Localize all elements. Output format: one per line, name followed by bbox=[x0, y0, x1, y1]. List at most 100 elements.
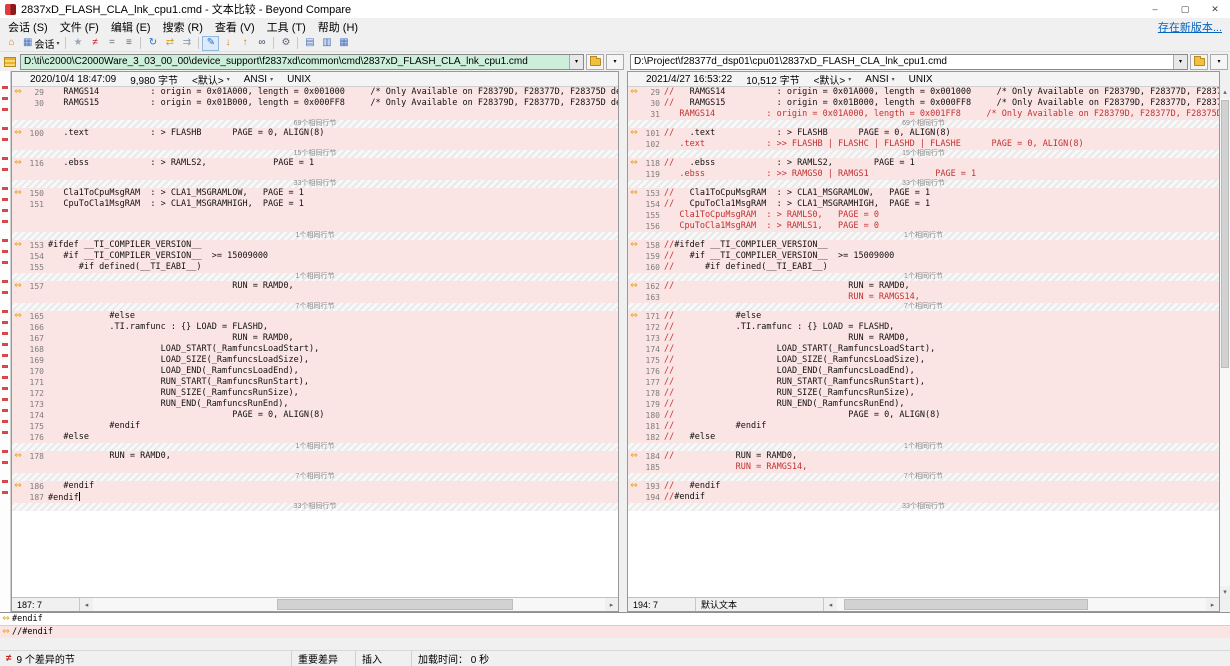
sessions-menu-button[interactable]: ▦会话▾ bbox=[20, 36, 62, 51]
next-difference-button[interactable]: ↓ bbox=[219, 36, 236, 51]
identical-section-row[interactable]: 1个相同行节 bbox=[12, 273, 618, 281]
right-path-input[interactable]: D:\Project\f28377d_dsp01\cpu01\2837xD_FL… bbox=[630, 54, 1188, 70]
left-format-dropdown[interactable]: <默认>▾ bbox=[192, 72, 230, 87]
identical-section-row[interactable]: 1个相同行节 bbox=[628, 232, 1219, 240]
code-row[interactable]: 172 RUN_SIZE(_RamfuncsRunSize), bbox=[12, 388, 618, 399]
previous-difference-button[interactable]: ↑ bbox=[236, 36, 253, 51]
code-row[interactable]: 176// LOAD_END(_RamfuncsLoadEnd), bbox=[628, 366, 1219, 377]
left-hscroll-thumb[interactable] bbox=[277, 599, 513, 610]
code-row[interactable]: 30// RAMGS15 : origin = 0x01B000, length… bbox=[628, 98, 1219, 109]
right-hscrollbar[interactable]: ◂ ▸ bbox=[824, 598, 1219, 611]
identical-section-row[interactable]: 7个相同行节 bbox=[628, 303, 1219, 311]
right-eol-dropdown[interactable]: UNIX bbox=[909, 74, 933, 85]
code-row[interactable]: 181// #endif bbox=[628, 421, 1219, 432]
left-eol-dropdown[interactable]: UNIX bbox=[287, 74, 311, 85]
maximize-button[interactable]: ▢ bbox=[1170, 0, 1200, 18]
code-row[interactable]: 163 RUN = RAMGS14, bbox=[628, 292, 1219, 303]
code-row[interactable]: ⇔153#ifdef __TI_COMPILER_VERSION__ bbox=[12, 240, 618, 251]
code-row[interactable]: 31 RAMGS14 : origin = 0x01A000, length =… bbox=[628, 109, 1219, 120]
view-alignment-button[interactable]: ▥ bbox=[318, 36, 335, 51]
code-row[interactable]: ⇔158//#ifdef __TI_COMPILER_VERSION__ bbox=[628, 240, 1219, 251]
right-hscroll-track[interactable] bbox=[837, 598, 1206, 611]
code-row[interactable]: 176 #else bbox=[12, 432, 618, 443]
view-layout-button[interactable]: ▦ bbox=[335, 36, 352, 51]
code-row[interactable]: 167 RUN = RAMD0, bbox=[12, 333, 618, 344]
code-row[interactable]: 187#endif bbox=[12, 492, 618, 503]
code-row[interactable]: 172// .TI.ramfunc : {} LOAD = FLASHD, bbox=[628, 322, 1219, 333]
update-available-link[interactable]: 存在新版本... bbox=[1158, 19, 1222, 35]
code-row[interactable]: 159// #if __TI_COMPILER_VERSION__ >= 150… bbox=[628, 251, 1219, 262]
code-row[interactable]: ⇔178 RUN = RAMD0, bbox=[12, 451, 618, 462]
show-all-button[interactable]: ≡ bbox=[120, 36, 137, 51]
left-code-grid[interactable]: ⇔29 RAMGS14 : origin = 0x01A000, length … bbox=[12, 87, 618, 597]
show-differences-button[interactable]: ≠ bbox=[86, 36, 103, 51]
code-row[interactable]: 173 RUN_END(_RamfuncsRunEnd), bbox=[12, 399, 618, 410]
show-same-button[interactable]: = bbox=[103, 36, 120, 51]
left-encoding-dropdown[interactable]: ANSI▾ bbox=[244, 74, 273, 85]
code-row[interactable]: 177// RUN_START(_RamfuncsRunStart), bbox=[628, 377, 1219, 388]
right-encoding-dropdown[interactable]: ANSI▾ bbox=[865, 74, 894, 85]
code-row[interactable]: 169 LOAD_SIZE(_RamfuncsLoadSize), bbox=[12, 355, 618, 366]
code-row[interactable]: 180// PAGE = 0, ALIGN(8) bbox=[628, 410, 1219, 421]
code-row[interactable]: 156 CpuToCla1MsgRAM : > RAMLS1, PAGE = 0 bbox=[628, 221, 1219, 232]
refresh-button[interactable]: ↻ bbox=[144, 36, 161, 51]
code-row[interactable]: 155 #if defined(__TI_EABI__) bbox=[12, 262, 618, 273]
code-row[interactable]: 174// LOAD_START(_RamfuncsLoadStart), bbox=[628, 344, 1219, 355]
menu-item[interactable]: 帮助 (H) bbox=[312, 22, 364, 34]
scroll-right-icon[interactable]: ▸ bbox=[605, 598, 618, 611]
identical-section-row[interactable]: 69个相同行节 bbox=[12, 120, 618, 128]
diff-map[interactable] bbox=[0, 71, 11, 612]
code-row[interactable]: ⇔153// Cla1ToCpuMsgRAM : > CLA1_MSGRAMLO… bbox=[628, 188, 1219, 199]
code-row[interactable]: ⇔118// .ebss : > RAMLS2, PAGE = 1 bbox=[628, 158, 1219, 169]
code-row[interactable]: 154 #if __TI_COMPILER_VERSION__ >= 15009… bbox=[12, 251, 618, 262]
code-row[interactable] bbox=[12, 292, 618, 303]
code-row[interactable]: 160// #if defined(__TI_EABI__) bbox=[628, 262, 1219, 273]
code-row[interactable]: 119 .ebss : >> RAMGS0 | RAMGS1 PAGE = 1 bbox=[628, 169, 1219, 180]
code-row[interactable]: ⇔186 #endif bbox=[12, 481, 618, 492]
identical-section-row[interactable]: 1个相同行节 bbox=[628, 443, 1219, 451]
right-code-grid[interactable]: ⇔29// RAMGS14 : origin = 0x01A000, lengt… bbox=[628, 87, 1219, 597]
right-path-dropdown[interactable]: ▾ bbox=[1173, 55, 1187, 69]
code-row[interactable]: 102 .text : >> FLASHB | FLASHC | FLASHD … bbox=[628, 139, 1219, 150]
scroll-left-icon[interactable]: ◂ bbox=[80, 598, 93, 611]
code-row[interactable]: 174 PAGE = 0, ALIGN(8) bbox=[12, 410, 618, 421]
rules-button[interactable]: ⚙ bbox=[277, 36, 294, 51]
code-row[interactable]: 170 LOAD_END(_RamfuncsLoadEnd), bbox=[12, 366, 618, 377]
identical-section-row[interactable]: 15个相同行节 bbox=[12, 150, 618, 158]
right-line-detail[interactable]: ⇔ //#endif bbox=[0, 625, 1230, 638]
code-row[interactable]: 168 LOAD_START(_RamfuncsLoadStart), bbox=[12, 344, 618, 355]
menu-item[interactable]: 编辑 (E) bbox=[105, 22, 157, 34]
code-row[interactable]: ⇔101// .text : > FLASHB PAGE = 0, ALIGN(… bbox=[628, 128, 1219, 139]
identical-section-row[interactable]: 33个相同行节 bbox=[628, 180, 1219, 188]
identical-section-row[interactable]: 1个相同行节 bbox=[12, 232, 618, 240]
code-row[interactable]: 185 RUN = RAMGS14, bbox=[628, 462, 1219, 473]
identical-section-row[interactable]: 33个相同行节 bbox=[628, 503, 1219, 511]
menu-item[interactable]: 文件 (F) bbox=[54, 22, 105, 34]
view-text-details-button[interactable]: ▤ bbox=[301, 36, 318, 51]
left-browse-button[interactable] bbox=[586, 54, 604, 70]
code-row[interactable]: ⇔29 RAMGS14 : origin = 0x01A000, length … bbox=[12, 87, 618, 98]
code-row[interactable]: 175// LOAD_SIZE(_RamfuncsLoadSize), bbox=[628, 355, 1219, 366]
pane-splitter[interactable] bbox=[619, 71, 627, 612]
left-hscrollbar[interactable]: ◂ ▸ bbox=[80, 598, 618, 611]
identical-section-row[interactable]: 69个相同行节 bbox=[628, 120, 1219, 128]
menu-item[interactable]: 工具 (T) bbox=[261, 22, 312, 34]
favorites-button[interactable]: ★ bbox=[69, 36, 86, 51]
code-row[interactable]: 173// RUN = RAMD0, bbox=[628, 333, 1219, 344]
code-row[interactable]: 182// #else bbox=[628, 432, 1219, 443]
code-row[interactable]: 154// CpuToCla1MsgRAM : > CLA1_MSGRAMHIG… bbox=[628, 199, 1219, 210]
vscroll-track[interactable] bbox=[1220, 98, 1230, 586]
menu-item[interactable]: 查看 (V) bbox=[209, 22, 261, 34]
identical-section-row[interactable]: 33个相同行节 bbox=[12, 180, 618, 188]
code-row[interactable]: 194//#endif bbox=[628, 492, 1219, 503]
code-row[interactable]: ⇔100 .text : > FLASHB PAGE = 0, ALIGN(8) bbox=[12, 128, 618, 139]
left-path-input[interactable]: D:\ti\c2000\C2000Ware_3_03_00_00\device_… bbox=[20, 54, 584, 70]
minimize-button[interactable]: – bbox=[1140, 0, 1170, 18]
code-row[interactable]: ⇔116 .ebss : > RAMLS2, PAGE = 1 bbox=[12, 158, 618, 169]
identical-section-row[interactable]: 1个相同行节 bbox=[12, 443, 618, 451]
code-row[interactable] bbox=[12, 139, 618, 150]
code-row[interactable] bbox=[12, 210, 618, 221]
scroll-right-icon[interactable]: ▸ bbox=[1206, 598, 1219, 611]
code-row[interactable] bbox=[12, 109, 618, 120]
identical-section-row[interactable]: 33个相同行节 bbox=[12, 503, 618, 511]
